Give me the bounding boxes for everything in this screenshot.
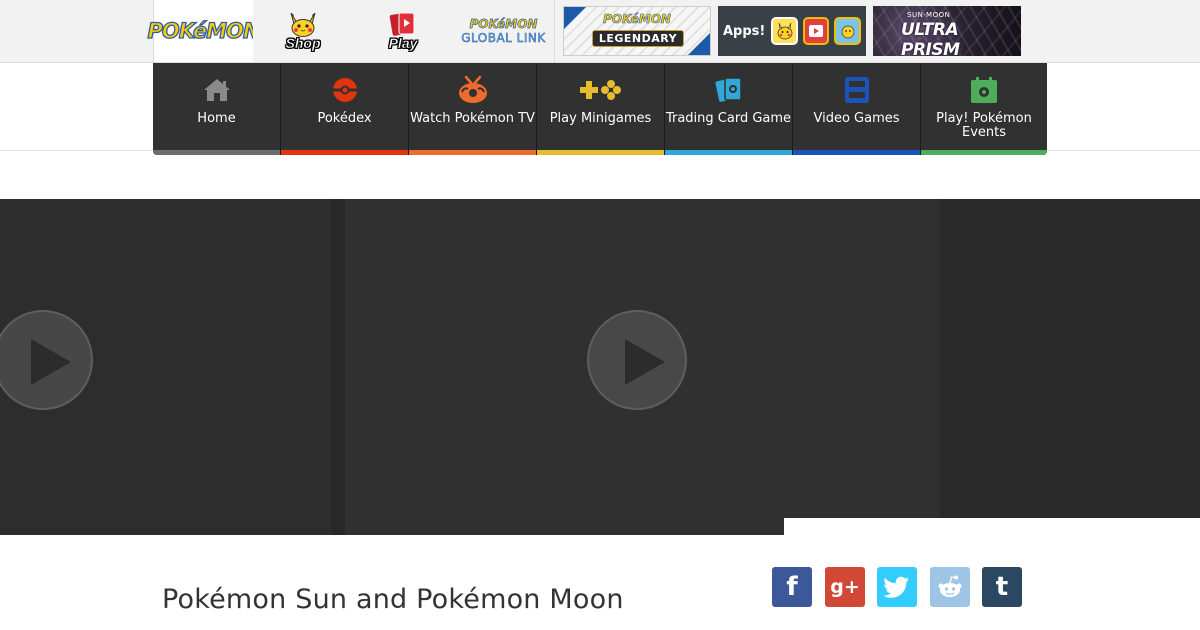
shop-tab[interactable]: Shop [253, 0, 354, 62]
pokeball-icon [329, 75, 361, 105]
google-plus-share-button[interactable]: g+ [825, 567, 865, 607]
legendary-pokemon-logo: POKéMON [603, 12, 672, 27]
nav-item-label: Pokédex [317, 111, 372, 126]
content-notch [784, 518, 1200, 538]
ds-console-icon [841, 75, 873, 105]
nav-color-bar [921, 150, 1047, 155]
nav-item-tcg[interactable]: Trading Card Game [665, 63, 793, 155]
calendar-icon [968, 75, 1000, 105]
tumblr-share-button[interactable]: t [982, 567, 1022, 607]
video-slide-divider [331, 199, 345, 535]
twitter-icon [884, 576, 909, 598]
video-slide-next[interactable] [940, 199, 1200, 518]
reddit-share-button[interactable] [930, 567, 970, 607]
ultra-prism-title: ULTRA PRISM [901, 20, 960, 56]
nav-item-label: Watch Pokémon TV [410, 111, 535, 126]
nav-item-label: Play! Pokémon Events [936, 111, 1032, 140]
nav-item-pokedex[interactable]: Pokédex [281, 63, 409, 155]
play-video-button[interactable] [587, 310, 687, 410]
nav-item-label: Home [197, 111, 236, 126]
pikachu-app-icon [771, 17, 798, 45]
nav-color-bar [409, 150, 536, 155]
nav-item-home[interactable]: Home [153, 63, 281, 155]
reddit-icon [938, 575, 962, 597]
page-title: Pokémon Sun and Pokémon Moon [162, 584, 624, 615]
facebook-share-button[interactable]: f [772, 567, 812, 607]
video-carousel [0, 199, 1200, 535]
camp-app-icon [834, 17, 861, 45]
tv-app-icon [802, 17, 830, 45]
nav-item-video-games[interactable]: Video Games [793, 63, 921, 155]
ultra-prism-promo[interactable]: SUN·MOON ULTRA PRISM [873, 6, 1021, 56]
apps-promo[interactable]: Apps! [718, 6, 866, 56]
facebook-icon: f [786, 572, 798, 602]
play-tab[interactable]: Play [353, 0, 454, 62]
nav-item-label: Video Games [813, 111, 900, 126]
cards-icon [713, 75, 745, 105]
corner-decoration [688, 33, 710, 55]
gamepad-icon [577, 75, 625, 105]
pokemon-logo: POKéMON [147, 18, 261, 43]
nav-item-label: Trading Card Game [665, 111, 792, 126]
tv-icon [457, 75, 489, 105]
pokemon-home-tab[interactable]: POKéMON [147, 0, 261, 62]
global-link-logo-top: POKéMON [469, 17, 538, 32]
nav-item-minigames[interactable]: Play Minigames [537, 63, 665, 155]
sun-moon-label: SUN·MOON [907, 11, 951, 19]
nav-color-bar [665, 150, 792, 155]
main-nav: Home Pokédex Watch Pokémon TV Play Minig… [153, 63, 1047, 155]
global-link-logo-bottom: GLOBAL LINK [461, 31, 546, 46]
global-link-tab[interactable]: POKéMON GLOBAL LINK [453, 0, 555, 62]
home-icon [201, 75, 233, 105]
legendary-banner: LEGENDARY [592, 30, 684, 47]
nav-item-watch-tv[interactable]: Watch Pokémon TV [409, 63, 537, 155]
google-plus-icon: g+ [830, 576, 860, 598]
pikachu-icon [290, 12, 316, 37]
nav-color-bar [281, 150, 408, 155]
play-card-icon [389, 12, 415, 36]
legendary-promo[interactable]: POKéMON LEGENDARY [563, 6, 711, 56]
apps-label: Apps! [723, 23, 766, 39]
nav-color-bar [537, 150, 664, 155]
nav-color-bar [793, 150, 920, 155]
nav-item-label: Play Minigames [549, 111, 652, 126]
tumblr-icon: t [995, 572, 1009, 602]
shop-label: Shop [285, 35, 321, 51]
nav-color-bar [153, 150, 280, 155]
play-label: Play [388, 35, 418, 51]
nav-item-events[interactable]: Play! Pokémon Events [921, 63, 1047, 155]
brand-bar: POKéMON Shop Play POKéMON GLOBAL LINK PO… [0, 0, 1200, 63]
twitter-share-button[interactable] [877, 567, 917, 607]
